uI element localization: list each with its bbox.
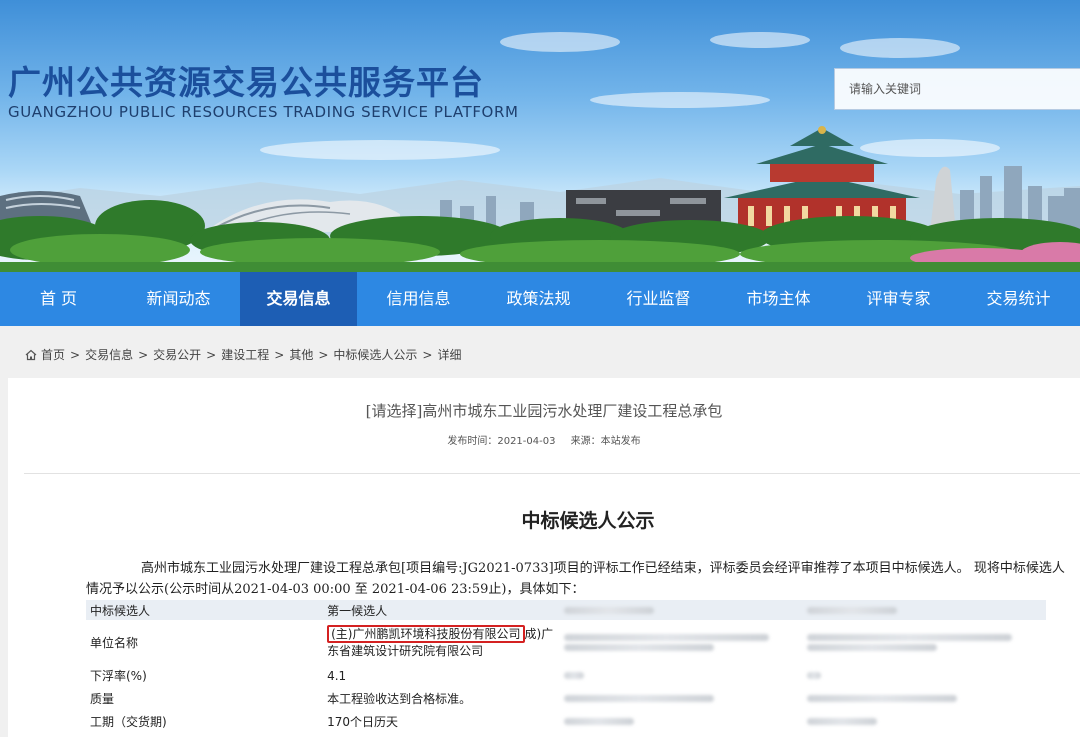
- breadcrumb-separator: >: [206, 347, 217, 362]
- home-icon: [25, 349, 37, 360]
- table-row: 单位名称 (主)广州鹏凯环境科技股份有限公司 成)广东省建筑设计研究院有限公司: [86, 620, 1046, 664]
- row-label: 单位名称: [90, 635, 139, 650]
- row-value: 170个日历天: [327, 715, 399, 729]
- blurred-cell: [803, 620, 1046, 664]
- site-title: 广州公共资源交易公共服务平台: [8, 63, 484, 102]
- row-value: 本工程验收达到合格标准。: [327, 692, 472, 706]
- table-row: 工期（交货期) 170个日历天: [86, 710, 1046, 733]
- table-header-row: 中标候选人 第一候选人: [86, 600, 1046, 620]
- table-row: 质量 本工程验收达到合格标准。: [86, 687, 1046, 710]
- nav-item-credit-info[interactable]: 信用信息: [360, 272, 477, 326]
- unit-highlight: 广州鹏凯环境科技股份有限公司: [352, 627, 521, 641]
- notice-title: 中标候选人公示: [521, 510, 655, 532]
- breadcrumb-trading-public[interactable]: 交易公开: [153, 346, 201, 363]
- unit-name-cell: (主)广州鹏凯环境科技股份有限公司 成)广东省建筑设计研究院有限公司: [323, 620, 560, 664]
- nav-item-statistics[interactable]: 交易统计: [960, 272, 1077, 326]
- main-nav: 首 页 新闻动态 交易信息 信用信息 政策法规 行业监督 市场主体 评审专家 交…: [0, 272, 1080, 326]
- breadcrumb-other[interactable]: 其他: [289, 346, 313, 363]
- row-value: 4.1: [327, 668, 347, 683]
- breadcrumb-separator: >: [138, 347, 149, 362]
- nav-item-news[interactable]: 新闻动态: [120, 272, 237, 326]
- breadcrumb-separator: >: [70, 347, 81, 362]
- table-header-cell: 中标候选人: [86, 600, 324, 620]
- row-label: 质量: [90, 692, 115, 706]
- breadcrumb-separator: >: [274, 347, 285, 362]
- table-header-cell: 第一候选人: [323, 600, 561, 620]
- divider: [24, 473, 1080, 474]
- blurred-cell: [803, 687, 1046, 710]
- blurred-cell: [560, 710, 803, 733]
- banner-cityscape-illustration: [0, 32, 1080, 272]
- blurred-cell: [803, 664, 1046, 687]
- breadcrumb-construction[interactable]: 建设工程: [221, 346, 269, 363]
- header-banner: 广州公共资源交易公共服务平台 GUANGZHOU PUBLIC RESOURCE…: [0, 0, 1080, 272]
- breadcrumb: 首页 > 交易信息 > 交易公开 > 建设工程 > 其他 > 中标候选人公示 >…: [25, 346, 461, 363]
- breadcrumb-home[interactable]: 首页: [41, 346, 65, 363]
- row-label: 工期（交货期): [90, 715, 167, 729]
- blurred-cell: [560, 600, 804, 620]
- blurred-cell: [803, 600, 1046, 620]
- article-title: [请选择]高州市城东工业园污水处理厂建设工程总承包: [365, 402, 723, 420]
- breadcrumb-separator: >: [422, 347, 433, 362]
- search-input[interactable]: [834, 68, 1080, 110]
- blurred-cell: [560, 687, 803, 710]
- nav-item-supervision[interactable]: 行业监督: [600, 272, 717, 326]
- nav-item-experts[interactable]: 评审专家: [840, 272, 957, 326]
- nav-item-policy[interactable]: 政策法规: [480, 272, 597, 326]
- table-row: 下浮率(%) 4.1: [86, 664, 1046, 687]
- publish-time: 发布时间：2021-04-03: [447, 436, 556, 447]
- nav-item-home[interactable]: 首 页: [0, 272, 117, 326]
- candidate-table: 中标候选人 第一候选人 单位名称 (主)广州鹏凯环境科技股份有限公司 成)广东省建…: [86, 600, 1046, 733]
- breadcrumb-trading-info[interactable]: 交易信息: [85, 346, 133, 363]
- breadcrumb-candidate-notice[interactable]: 中标候选人公示: [333, 346, 417, 363]
- row-label: 下浮率(%): [90, 669, 147, 683]
- highlighted-company: (主)广州鹏凯环境科技股份有限公司: [327, 625, 525, 643]
- breadcrumb-detail: 详细: [437, 348, 462, 362]
- article-source: 来源：本站发布: [570, 436, 641, 447]
- article-meta: 发布时间：2021-04-03 来源：本站发布: [8, 432, 1080, 447]
- blurred-cell: [560, 620, 803, 664]
- nav-item-market-entity[interactable]: 市场主体: [720, 272, 837, 326]
- blurred-cell: [803, 710, 1046, 733]
- blurred-cell: [560, 664, 803, 687]
- unit-prefix: (主): [331, 627, 353, 641]
- notice-paragraph: 高州市城东工业园污水处理厂建设工程总承包[项目编号:JG2021-0733]项目…: [86, 561, 1065, 597]
- nav-item-trading-info[interactable]: 交易信息: [240, 272, 357, 326]
- breadcrumb-separator: >: [318, 347, 329, 362]
- article-panel: [请选择]高州市城东工业园污水处理厂建设工程总承包 发布时间：2021-04-0…: [8, 378, 1080, 737]
- site-subtitle: GUANGZHOU PUBLIC RESOURCES TRADING SERVI…: [8, 103, 519, 121]
